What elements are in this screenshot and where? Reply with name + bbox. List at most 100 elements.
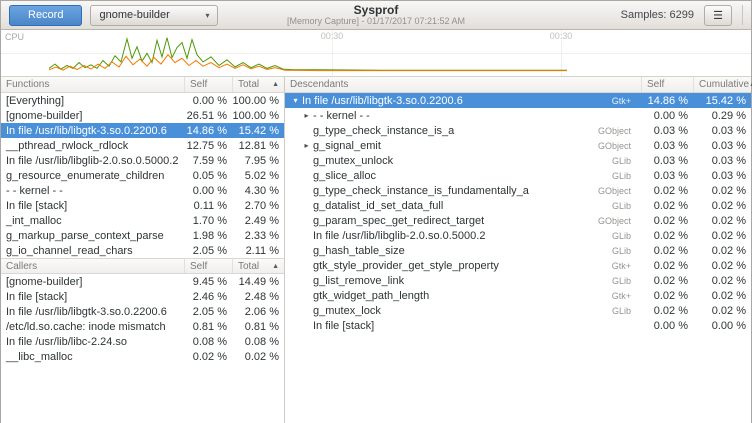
- header-separator: [742, 5, 743, 25]
- callers-column-header[interactable]: Callers: [1, 261, 184, 272]
- table-row[interactable]: g_markup_parse_context_parse1.98 %2.33 %: [1, 228, 284, 243]
- table-row[interactable]: ▸g_signal_emitGObject0.03 %0.03 %: [285, 138, 751, 153]
- left-panel-filler: [1, 364, 284, 423]
- symbol-name: [Everything]: [1, 95, 184, 107]
- total-percent: 0.29 %: [693, 110, 751, 122]
- cpu-orange-line: [49, 55, 567, 71]
- symbol-name: __libc_malloc: [1, 351, 184, 363]
- headerbar: Record gnome-builder ▾ Sysprof [Memory C…: [1, 1, 751, 30]
- self-percent: 0.03 %: [641, 155, 693, 167]
- table-row[interactable]: gtk_style_provider_get_style_propertyGtk…: [285, 258, 751, 273]
- hamburger-icon: ☰: [713, 9, 723, 22]
- descendants-self-column-header[interactable]: Self: [641, 77, 693, 92]
- library-badge: GLib: [612, 156, 631, 166]
- table-row[interactable]: g_list_remove_linkGLib0.02 %0.02 %: [285, 273, 751, 288]
- functions-column-header[interactable]: Functions: [1, 79, 184, 90]
- table-row[interactable]: gtk_widget_path_lengthGtk+0.02 %0.02 %: [285, 288, 751, 303]
- capture-subtitle: [Memory Capture] - 01/17/2017 07:21:52 A…: [287, 17, 465, 27]
- table-row[interactable]: [gnome-builder]26.51 %100.00 %: [1, 108, 284, 123]
- total-percent: 0.03 %: [693, 125, 751, 137]
- callers-total-column-header[interactable]: Total ▲: [232, 259, 284, 273]
- library-badge: GObject: [598, 186, 631, 196]
- descendants-column-header[interactable]: Descendants: [285, 79, 641, 90]
- total-percent: 0.02 %: [693, 230, 751, 242]
- table-row[interactable]: In file /usr/lib/libglib-2.0.so.0.5000.2…: [285, 228, 751, 243]
- menu-button[interactable]: ☰: [704, 5, 732, 26]
- table-row[interactable]: g_mutex_unlockGLib0.03 %0.03 %: [285, 153, 751, 168]
- table-row[interactable]: In file [stack]0.11 %2.70 %: [1, 198, 284, 213]
- table-row[interactable]: [gnome-builder]9.45 %14.49 %: [1, 274, 284, 289]
- functions-total-column-header[interactable]: Total ▲: [232, 77, 284, 92]
- record-button[interactable]: Record: [9, 5, 82, 26]
- table-row[interactable]: In file [stack]2.46 %2.48 %: [1, 289, 284, 304]
- self-percent: 14.86 %: [641, 95, 693, 107]
- total-percent: 0.02 %: [693, 305, 751, 317]
- self-percent: 0.05 %: [184, 170, 232, 182]
- symbol-name: g_io_channel_read_chars: [1, 245, 184, 257]
- functions-self-column-header[interactable]: Self: [184, 77, 232, 92]
- table-row[interactable]: - - kernel - -0.00 %4.30 %: [1, 183, 284, 198]
- table-row[interactable]: In file [stack]0.00 %0.00 %: [285, 318, 751, 333]
- total-percent: 0.03 %: [693, 140, 751, 152]
- table-row[interactable]: ▸- - kernel - -0.00 %0.29 %: [285, 108, 751, 123]
- expander-closed-icon[interactable]: ▸: [300, 141, 313, 150]
- callers-header-row: Callers Self Total ▲: [1, 258, 284, 274]
- total-percent: 0.02 %: [693, 185, 751, 197]
- table-row[interactable]: In file /usr/lib/libgtk-3.so.0.2200.614.…: [1, 123, 284, 138]
- cpu-graph[interactable]: CPU 00:3000:30: [1, 30, 751, 77]
- total-percent: 0.08 %: [232, 336, 284, 348]
- table-row[interactable]: g_io_channel_read_chars2.05 %2.11 %: [1, 243, 284, 258]
- table-row[interactable]: g_hash_table_sizeGLib0.02 %0.02 %: [285, 243, 751, 258]
- table-row[interactable]: [Everything]0.00 %100.00 %: [1, 93, 284, 108]
- symbol-name: In file /usr/lib/libglib-2.0.so.0.5000.2: [1, 155, 184, 167]
- total-percent: 15.42 %: [232, 125, 284, 137]
- expander-closed-icon[interactable]: ▸: [300, 111, 313, 120]
- descendants-header-row: Descendants Self Cumulative ▲: [285, 77, 751, 93]
- left-panel: Functions Self Total ▲ [Everything]0.00 …: [1, 77, 285, 423]
- self-percent: 0.02 %: [641, 230, 693, 242]
- symbol-name: g_slice_alloc: [313, 170, 612, 182]
- total-percent: 0.03 %: [693, 155, 751, 167]
- table-row[interactable]: g_resource_enumerate_children0.05 %5.02 …: [1, 168, 284, 183]
- table-row[interactable]: __pthread_rwlock_rdlock12.75 %12.81 %: [1, 138, 284, 153]
- expander-open-icon[interactable]: ▾: [289, 96, 302, 105]
- symbol-name: gtk_widget_path_length: [313, 290, 612, 302]
- self-percent: 0.02 %: [184, 351, 232, 363]
- descendants-cumulative-column-header[interactable]: Cumulative ▲: [693, 77, 751, 92]
- table-row[interactable]: _int_malloc1.70 %2.49 %: [1, 213, 284, 228]
- table-row[interactable]: In file /usr/lib/libgtk-3.so.0.2200.62.0…: [1, 304, 284, 319]
- table-row[interactable]: g_mutex_lockGLib0.02 %0.02 %: [285, 303, 751, 318]
- right-panel-filler: [285, 333, 751, 423]
- total-percent: 4.30 %: [232, 185, 284, 197]
- total-percent: 2.06 %: [232, 306, 284, 318]
- library-badge: Gtk+: [612, 291, 631, 301]
- table-row[interactable]: In file /usr/lib/libglib-2.0.so.0.5000.2…: [1, 153, 284, 168]
- samples-count: Samples: 6299: [621, 9, 694, 21]
- symbol-name: In file /usr/lib/libc-2.24.so: [1, 336, 184, 348]
- table-row[interactable]: g_param_spec_get_redirect_targetGObject0…: [285, 213, 751, 228]
- table-row[interactable]: ▾In file /usr/lib/libgtk-3.so.0.2200.6Gt…: [285, 93, 751, 108]
- table-row[interactable]: g_slice_allocGLib0.03 %0.03 %: [285, 168, 751, 183]
- table-row[interactable]: /etc/ld.so.cache: inode mismatch0.81 %0.…: [1, 319, 284, 334]
- callers-self-column-header[interactable]: Self: [184, 259, 232, 273]
- self-percent: 9.45 %: [184, 276, 232, 288]
- total-percent: 0.03 %: [693, 170, 751, 182]
- time-label: 00:30: [550, 31, 573, 41]
- self-percent: 0.08 %: [184, 336, 232, 348]
- table-row[interactable]: g_type_check_instance_is_fundamentally_a…: [285, 183, 751, 198]
- symbol-name: g_resource_enumerate_children: [1, 170, 184, 182]
- symbol-name: - - kernel - -: [1, 185, 184, 197]
- self-percent: 0.02 %: [641, 200, 693, 212]
- self-percent: 2.05 %: [184, 306, 232, 318]
- symbol-name: In file /usr/lib/libgtk-3.so.0.2200.6: [302, 95, 612, 107]
- table-row[interactable]: In file /usr/lib/libc-2.24.so0.08 %0.08 …: [1, 334, 284, 349]
- symbol-name: In file /usr/lib/libgtk-3.so.0.2200.6: [1, 125, 184, 137]
- self-percent: 0.03 %: [641, 140, 693, 152]
- table-row[interactable]: g_type_check_instance_is_aGObject0.03 %0…: [285, 123, 751, 138]
- symbol-name: g_hash_table_size: [313, 245, 612, 257]
- table-row[interactable]: __libc_malloc0.02 %0.02 %: [1, 349, 284, 364]
- table-row[interactable]: g_datalist_id_set_data_fullGLib0.02 %0.0…: [285, 198, 751, 213]
- profile-target-select[interactable]: gnome-builder ▾: [90, 5, 218, 26]
- total-percent: 7.95 %: [232, 155, 284, 167]
- time-label: 00:30: [321, 31, 344, 41]
